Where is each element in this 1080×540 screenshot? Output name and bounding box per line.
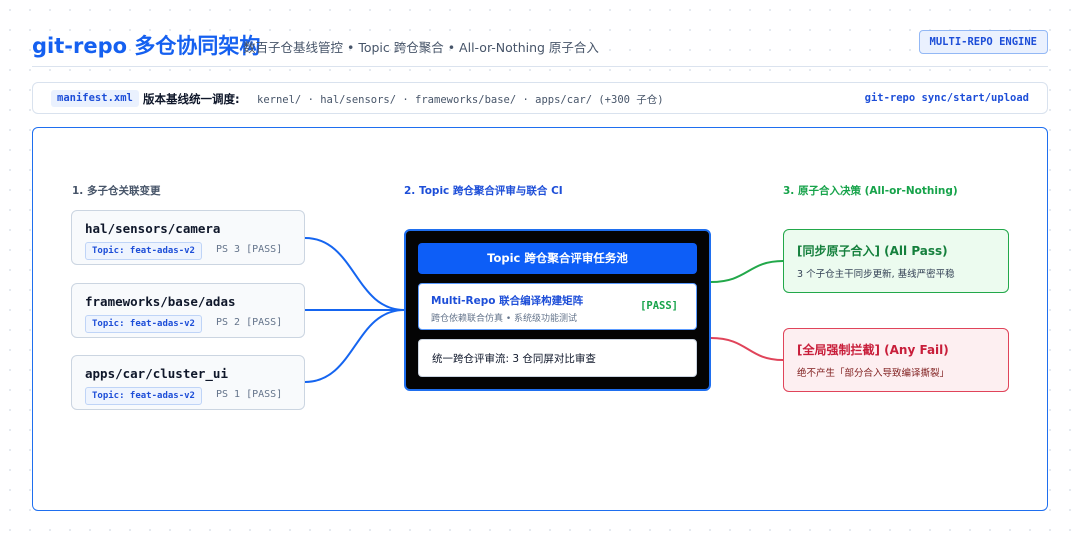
outcome-fail-title: [全局强制拦截] (Any Fail) <box>797 343 949 357</box>
engine-badge: MULTI-REPO ENGINE <box>918 30 1048 54</box>
section-title-decision: 3. 原子合入决策 (All-or-Nothing) <box>783 185 958 197</box>
section-title-changes: 1. 多子仓关联变更 <box>72 185 161 197</box>
page-title: git-repo 多仓协同架构 <box>32 34 261 58</box>
patchset-status: PS 2 [PASS] <box>216 317 283 328</box>
section-title-review: 2. Topic 跨仓聚合评审与联合 CI <box>404 185 563 197</box>
repo-card-frameworks[interactable]: frameworks/base/adas Topic: feat-adas-v2… <box>71 283 305 338</box>
review-stream-card[interactable]: 统一跨仓评审流: 3 仓同屏对比审查 <box>418 339 697 377</box>
manifest-paths: kernel/ · hal/sensors/ · frameworks/base… <box>257 94 664 106</box>
manifest-command: git-repo sync/start/upload <box>864 92 1029 104</box>
header-divider <box>32 66 1048 67</box>
page-subtitle: 数百子仓基线管控 • Topic 跨仓聚合 • All-or-Nothing 原… <box>243 40 599 55</box>
patchset-status: PS 1 [PASS] <box>216 389 283 400</box>
outcome-any-fail: [全局强制拦截] (Any Fail) 绝不产生「部分合入导致编译撕裂」 <box>783 328 1009 392</box>
pool-header: Topic 跨仓聚合评审任务池 <box>418 243 697 274</box>
build-matrix-title: Multi-Repo 联合编译构建矩阵 <box>431 295 584 307</box>
topic-tag: Topic: feat-adas-v2 <box>85 387 202 405</box>
outcome-pass-description: 3 个子仓主干同步更新, 基线严密平稳 <box>797 269 955 280</box>
repo-name: apps/car/cluster_ui <box>85 366 228 381</box>
repo-card-cluster-ui[interactable]: apps/car/cluster_ui Topic: feat-adas-v2 … <box>71 355 305 410</box>
topic-review-pool: Topic 跨仓聚合评审任务池 Multi-Repo 联合编译构建矩阵 跨仓依赖… <box>404 229 711 391</box>
topic-tag: Topic: feat-adas-v2 <box>85 242 202 260</box>
manifest-label: 版本基线统一调度: <box>143 92 240 106</box>
repo-name: hal/sensors/camera <box>85 221 221 236</box>
outcome-pass-title: [同步原子合入] (All Pass) <box>797 244 948 258</box>
outcome-all-pass: [同步原子合入] (All Pass) 3 个子仓主干同步更新, 基线严密平稳 <box>783 229 1009 293</box>
manifest-file-tag: manifest.xml <box>51 90 139 107</box>
build-matrix-status: [PASS] <box>640 300 678 312</box>
header: git-repo 多仓协同架构 数百子仓基线管控 • Topic 跨仓聚合 • … <box>32 28 1048 58</box>
repo-card-camera[interactable]: hal/sensors/camera Topic: feat-adas-v2 P… <box>71 210 305 265</box>
topic-tag: Topic: feat-adas-v2 <box>85 315 202 333</box>
patchset-status: PS 3 [PASS] <box>216 244 283 255</box>
repo-name: frameworks/base/adas <box>85 294 236 309</box>
outcome-fail-description: 绝不产生「部分合入导致编译撕裂」 <box>797 368 950 379</box>
manifest-bar: manifest.xml 版本基线统一调度: kernel/ · hal/sen… <box>32 82 1048 114</box>
build-matrix-card[interactable]: Multi-Repo 联合编译构建矩阵 跨仓依赖联合仿真 • 系统级功能测试 [… <box>418 283 697 330</box>
build-matrix-subtitle: 跨仓依赖联合仿真 • 系统级功能测试 <box>431 314 578 324</box>
